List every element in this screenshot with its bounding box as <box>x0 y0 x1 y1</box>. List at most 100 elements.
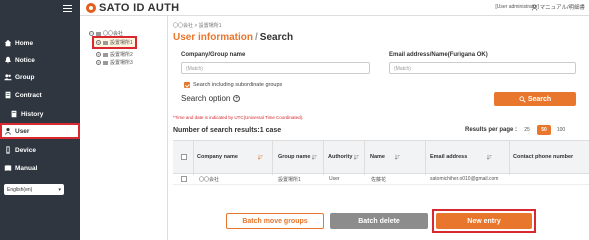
column-divider <box>323 141 324 175</box>
new-entry-button[interactable]: New entry <box>436 213 532 229</box>
cell-authority: User <box>329 176 340 182</box>
tree-node-selected[interactable]: + 設置場所1 <box>92 36 137 49</box>
sort-icon[interactable] <box>354 154 360 160</box>
batch-move-groups-button[interactable]: Batch move groups <box>226 213 324 229</box>
home-icon <box>4 39 12 47</box>
result-count: Number of search results:1 case <box>173 127 282 134</box>
user-table: Company name Group name Authority Name E… <box>173 140 589 185</box>
table-row[interactable]: 〇〇会社 設置場所1 User 佐藤花 satomichiher.o010@gm… <box>173 174 589 185</box>
column-divider <box>193 141 194 175</box>
new-entry-highlight: New entry <box>432 209 536 233</box>
logo-mark-icon <box>86 3 96 13</box>
column-header-authority[interactable]: Authority <box>328 154 360 160</box>
language-value: English(en) <box>7 186 33 193</box>
collapse-icon[interactable]: − <box>89 31 94 36</box>
select-all-checkbox[interactable] <box>181 154 187 160</box>
utc-note: *Time and date is indicated by UTC(Unive… <box>173 115 304 120</box>
sidebar-item-device[interactable]: Device <box>0 142 80 158</box>
plus-circle-icon[interactable]: + <box>233 95 241 102</box>
column-divider <box>509 141 510 175</box>
per-page-selector: Results per page : 25 50 100 <box>465 125 568 135</box>
per-page-option-selected[interactable]: 50 <box>537 125 552 135</box>
sort-icon[interactable] <box>312 154 318 160</box>
folder-icon <box>96 31 101 36</box>
include-subordinate-label: Search including subordinate groups <box>193 82 283 88</box>
cell-company: 〇〇会社 <box>199 177 220 183</box>
expand-icon[interactable]: + <box>96 52 101 57</box>
sidebar-item-label: Group <box>15 73 35 81</box>
sort-icon[interactable] <box>394 154 400 160</box>
folder-icon <box>103 52 108 57</box>
per-page-option[interactable]: 100 <box>554 125 568 135</box>
page-title-primary: User information <box>173 32 254 43</box>
per-page-option[interactable]: 25 <box>520 125 534 135</box>
column-header-name[interactable]: Name <box>370 154 400 160</box>
column-header-label: Name <box>370 154 385 160</box>
search-icon <box>519 95 526 103</box>
tree-node-root[interactable]: − 〇〇会社 <box>89 30 123 37</box>
column-header-company[interactable]: Company name <box>197 154 263 160</box>
expand-icon[interactable]: + <box>96 40 101 45</box>
sort-icon[interactable] <box>487 154 493 160</box>
column-header-label: Company name <box>197 154 238 160</box>
column-divider <box>272 141 273 175</box>
include-subordinate-checkbox[interactable] <box>184 82 190 88</box>
row-checkbox[interactable] <box>181 176 187 182</box>
device-icon <box>6 146 10 154</box>
table-header: Company name Group name Authority Name E… <box>173 140 589 175</box>
column-header-label: Contact phone number <box>513 154 574 160</box>
language-select[interactable]: English(en) ▾ <box>4 184 64 195</box>
tree-node-label: 設置場所3 <box>110 60 133 66</box>
sidebar-item-home[interactable]: Home <box>0 35 80 51</box>
column-header-group[interactable]: Group name <box>278 154 318 160</box>
company-input[interactable]: (Match) <box>181 62 370 74</box>
page-title: User information / Search <box>173 32 293 43</box>
tree-node[interactable]: + 設置場所2 <box>96 51 133 58</box>
group-tree: − 〇〇会社 + 設置場所1 + 設置場所2 + 設置場所3 <box>80 16 168 240</box>
sidebar-item-label: Manual <box>15 164 38 172</box>
page-title-separator: / <box>255 32 258 43</box>
hamburger-menu-icon[interactable] <box>63 4 72 12</box>
column-header-phone[interactable]: Contact phone number <box>513 154 573 160</box>
tree-node-label: 設置場所1 <box>110 40 133 46</box>
sidebar-item-history[interactable]: History <box>0 106 80 122</box>
chevron-down-icon: ▾ <box>58 186 61 193</box>
manual-link-label: マニュアル/明細書 <box>539 5 585 11</box>
column-header-label: Group name <box>278 154 311 160</box>
sidebar-item-user[interactable]: User <box>0 123 80 139</box>
sort-icon[interactable] <box>257 154 263 160</box>
sidebar-top <box>0 0 80 16</box>
sidebar-item-notice[interactable]: Notice <box>0 52 80 68</box>
column-divider <box>425 141 426 175</box>
sidebar-item-label: Home <box>15 39 34 47</box>
tree-node-label: 設置場所2 <box>110 52 133 58</box>
email-input[interactable]: (Match) <box>389 62 576 74</box>
column-header-label: Email address <box>430 154 468 160</box>
folder-icon <box>103 60 108 65</box>
manual-link[interactable]: マニュアル/明細書 <box>531 3 585 11</box>
sidebar: Home Notice Group Contract History User … <box>0 0 80 240</box>
account-icon <box>531 4 537 11</box>
bell-icon <box>5 56 11 64</box>
search-option-toggle[interactable]: Search option + <box>181 94 241 103</box>
user-icon <box>5 127 11 135</box>
logo-text: SATO ID AUTH <box>99 2 180 14</box>
page-title-secondary: Search <box>259 32 294 43</box>
search-button[interactable]: Search <box>494 92 576 106</box>
cell-group: 設置場所1 <box>278 177 301 183</box>
sidebar-item-group[interactable]: Group <box>0 69 80 85</box>
folder-icon <box>103 40 108 45</box>
batch-delete-button[interactable]: Batch delete <box>330 213 428 229</box>
column-header-label: Authority <box>328 154 353 160</box>
include-subordinate-row[interactable]: Search including subordinate groups <box>184 82 282 88</box>
column-header-email[interactable]: Email address <box>430 154 493 160</box>
sidebar-item-contract[interactable]: Contract <box>0 87 80 103</box>
per-page-label: Results per page : <box>465 127 518 133</box>
company-field-label: Company/Group name <box>181 52 246 58</box>
tree-node[interactable]: + 設置場所3 <box>96 59 133 66</box>
contract-icon <box>5 91 11 99</box>
sidebar-item-label: Contract <box>15 91 42 99</box>
manual-icon <box>4 165 12 171</box>
sidebar-item-manual[interactable]: Manual <box>0 160 80 176</box>
expand-icon[interactable]: + <box>96 60 101 65</box>
